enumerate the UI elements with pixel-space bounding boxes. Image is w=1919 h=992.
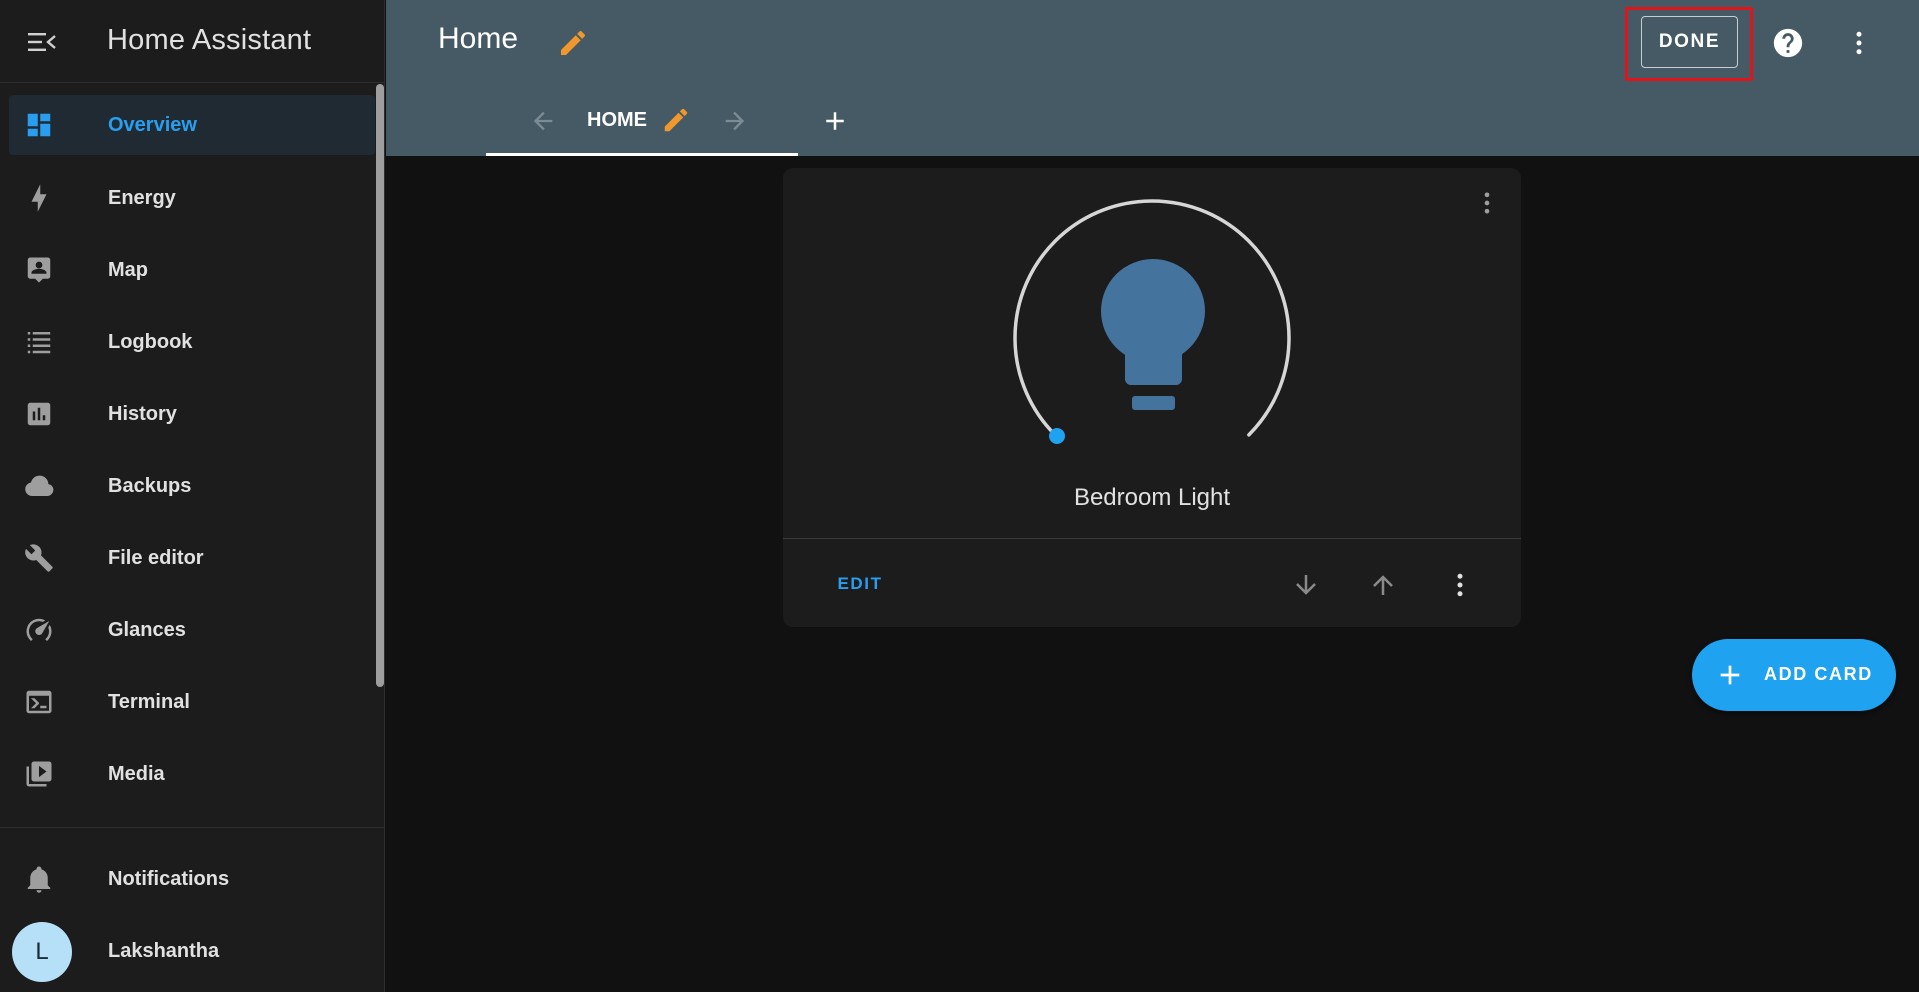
sidebar-item-label: Terminal xyxy=(108,690,190,713)
sidebar: Home Assistant Overview Energy Map Logbo… xyxy=(0,0,385,992)
done-button[interactable]: DONE xyxy=(1641,16,1738,68)
lightning-bolt-icon xyxy=(24,183,54,213)
app-title: Home Assistant xyxy=(107,24,312,56)
sidebar-item-backups[interactable]: Backups xyxy=(9,456,375,516)
sidebar-item-label: Backups xyxy=(108,474,192,497)
move-card-up-button[interactable] xyxy=(1363,565,1403,605)
move-view-right-button[interactable] xyxy=(718,104,752,138)
edit-view-button[interactable] xyxy=(659,103,693,137)
arrow-right-icon xyxy=(725,111,745,131)
move-card-down-button[interactable] xyxy=(1286,565,1326,605)
card-divider xyxy=(783,538,1521,539)
sidebar-scrollbar[interactable] xyxy=(376,84,384,687)
avatar[interactable]: L xyxy=(12,922,72,982)
brightness-slider-handle[interactable] xyxy=(1049,428,1065,444)
play-box-multiple-icon xyxy=(24,759,54,789)
help-circle-icon xyxy=(1773,28,1803,58)
lightbulb-icon xyxy=(1101,259,1205,410)
sidebar-divider xyxy=(0,827,385,828)
sidebar-item-label: History xyxy=(108,402,177,425)
console-icon xyxy=(24,687,54,717)
sidebar-item-label: Media xyxy=(108,762,165,785)
sidebar-item-energy[interactable]: Energy xyxy=(9,168,375,228)
sidebar-item-terminal[interactable]: Terminal xyxy=(9,672,375,732)
sidebar-item-media[interactable]: Media xyxy=(9,744,375,804)
entity-name[interactable]: Bedroom Light xyxy=(783,484,1521,512)
menu-collapse-button[interactable] xyxy=(24,24,60,60)
pencil-icon xyxy=(664,108,688,132)
view-dashboard-icon xyxy=(24,110,54,140)
speedometer-icon xyxy=(24,615,54,645)
sidebar-item-logbook[interactable]: Logbook xyxy=(9,312,375,372)
wrench-icon xyxy=(24,543,54,573)
arrow-left-icon xyxy=(533,111,553,131)
user-name: Lakshantha xyxy=(108,939,220,962)
move-view-left-button[interactable] xyxy=(526,104,560,138)
sidebar-item-label: Map xyxy=(108,258,148,281)
menu-open-icon xyxy=(28,33,56,51)
card-options-button[interactable] xyxy=(1440,565,1480,605)
plus-icon xyxy=(826,112,844,130)
edit-dashboard-title-button[interactable] xyxy=(556,26,590,60)
dots-vertical-icon xyxy=(1484,192,1490,214)
more-options-button[interactable] xyxy=(1840,24,1878,62)
sidebar-item-map[interactable]: Map xyxy=(9,240,375,300)
toolbar: Home DONE HOME xyxy=(386,0,1919,156)
account-box-icon xyxy=(24,255,54,285)
pencil-icon xyxy=(561,30,585,55)
sidebar-item-label: Glances xyxy=(108,618,186,641)
sidebar-header: Home Assistant xyxy=(0,0,385,83)
add-card-button[interactable]: ADD CARD xyxy=(1692,639,1896,711)
add-card-label: ADD CARD xyxy=(1764,664,1873,684)
sidebar-item-notifications[interactable]: Notifications xyxy=(9,849,375,909)
sidebar-item-overview[interactable]: Overview xyxy=(9,95,375,155)
bell-icon xyxy=(24,864,54,894)
help-button[interactable] xyxy=(1769,24,1807,62)
sidebar-item-glances[interactable]: Glances xyxy=(9,600,375,660)
card-more-info-button[interactable] xyxy=(1470,186,1504,220)
brightness-dial[interactable] xyxy=(1002,198,1302,498)
cloud-icon xyxy=(24,471,54,501)
tab-label: HOME xyxy=(587,109,647,131)
sidebar-item-label: Logbook xyxy=(108,330,193,353)
chart-box-icon xyxy=(24,399,54,429)
sidebar-item-label: Notifications xyxy=(108,867,230,890)
format-list-bulleted-icon xyxy=(24,327,54,357)
sidebar-item-file-editor[interactable]: File editor xyxy=(9,528,375,588)
sidebar-item-label: File editor xyxy=(108,546,204,569)
arrow-up-icon xyxy=(1373,575,1393,595)
arrow-down-icon xyxy=(1296,575,1316,595)
add-view-button[interactable] xyxy=(816,102,854,140)
sidebar-item-label: Overview xyxy=(108,113,197,136)
plus-icon xyxy=(1714,659,1746,691)
page-title: Home xyxy=(438,22,519,55)
tab-home[interactable]: HOME xyxy=(486,94,798,156)
sidebar-item-history[interactable]: History xyxy=(9,384,375,444)
dots-vertical-icon xyxy=(1457,573,1463,597)
sidebar-item-label: Energy xyxy=(108,186,176,209)
edit-card-button[interactable]: EDIT xyxy=(815,560,905,608)
dots-vertical-icon xyxy=(1856,31,1862,55)
light-card: Bedroom Light EDIT xyxy=(783,168,1521,627)
